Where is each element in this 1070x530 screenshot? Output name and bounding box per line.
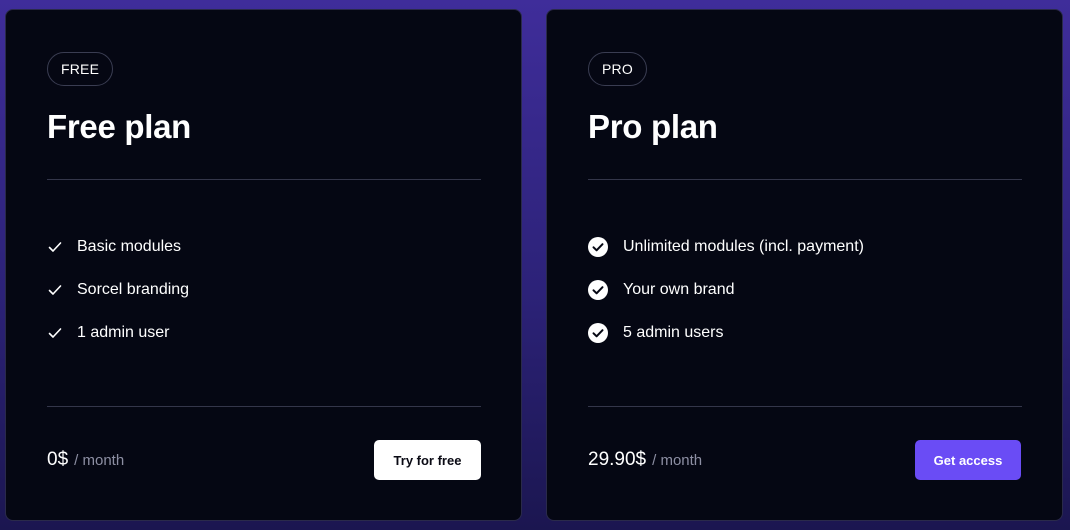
check-icon: [47, 325, 63, 341]
price: 0$ / month: [47, 449, 124, 471]
divider: [47, 179, 481, 180]
price-amount: 0$: [47, 449, 69, 470]
get-access-button[interactable]: Get access: [915, 440, 1021, 480]
price-period: / month: [652, 452, 703, 469]
plan-badge: PRO: [588, 52, 647, 86]
feature-item: Basic modules: [47, 236, 189, 258]
plan-badge: FREE: [47, 52, 114, 86]
plan-title: Free plan: [47, 108, 192, 145]
feature-item: 5 admin users: [588, 322, 864, 344]
free-plan-card: FREE Free plan Basic modules Sorcel bran…: [5, 9, 522, 521]
feature-list: Unlimited modules (incl. payment) Your o…: [588, 236, 864, 365]
feature-item: Unlimited modules (incl. payment): [588, 236, 864, 258]
plan-title: Pro plan: [588, 108, 718, 145]
feature-label: 5 admin users: [623, 324, 724, 341]
try-for-free-button[interactable]: Try for free: [374, 440, 481, 480]
check-icon: [47, 239, 63, 255]
check-circle-icon: [588, 280, 608, 300]
check-icon: [47, 282, 63, 298]
price: 29.90$ / month: [588, 449, 702, 471]
price-period: / month: [74, 452, 125, 469]
feature-item: Sorcel branding: [47, 279, 189, 301]
pro-plan-card: PRO Pro plan Unlimited modules (incl. pa…: [546, 9, 1063, 521]
divider: [588, 406, 1022, 407]
feature-label: Sorcel branding: [77, 281, 190, 298]
feature-label: Your own brand: [623, 281, 735, 298]
price-amount: 29.90$: [588, 449, 647, 470]
check-circle-icon: [588, 237, 608, 257]
feature-item: Your own brand: [588, 279, 864, 301]
feature-label: 1 admin user: [77, 324, 170, 341]
divider: [47, 406, 481, 407]
feature-list: Basic modules Sorcel branding 1 admin us…: [47, 236, 189, 365]
feature-label: Basic modules: [77, 238, 182, 255]
divider: [588, 179, 1022, 180]
check-circle-icon: [588, 323, 608, 343]
feature-item: 1 admin user: [47, 322, 189, 344]
feature-label: Unlimited modules (incl. payment): [623, 238, 864, 255]
